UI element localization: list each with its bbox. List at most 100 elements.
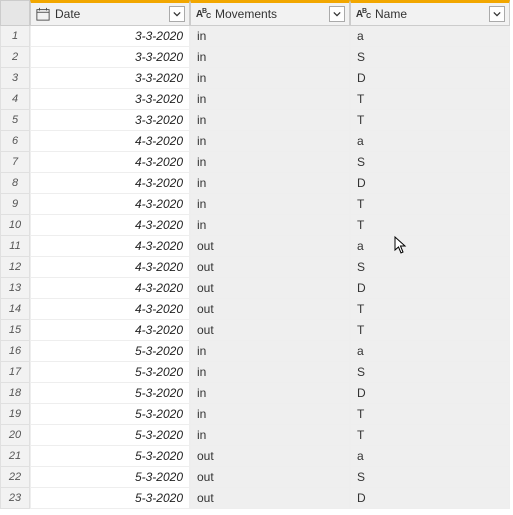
cell-movements[interactable]: out (190, 299, 350, 320)
row-number[interactable]: 7 (0, 152, 30, 173)
cell-movements[interactable]: in (190, 194, 350, 215)
cell-name[interactable]: T (350, 320, 510, 341)
cell-name[interactable]: S (350, 362, 510, 383)
cell-name[interactable]: T (350, 404, 510, 425)
cell-date[interactable]: 5-3-2020 (30, 446, 190, 467)
cell-date[interactable]: 4-3-2020 (30, 215, 190, 236)
cell-date[interactable]: 5-3-2020 (30, 467, 190, 488)
cell-name[interactable]: S (350, 47, 510, 68)
cell-name[interactable]: a (350, 131, 510, 152)
cell-movements[interactable]: in (190, 362, 350, 383)
row-number[interactable]: 2 (0, 47, 30, 68)
cell-date[interactable]: 4-3-2020 (30, 173, 190, 194)
row-number[interactable]: 15 (0, 320, 30, 341)
row-number[interactable]: 1 (0, 26, 30, 47)
row-number[interactable]: 22 (0, 467, 30, 488)
cell-date[interactable]: 4-3-2020 (30, 236, 190, 257)
select-all-corner[interactable] (0, 0, 30, 26)
data-grid: Date ABC Movements ABC Name 13-3-2020ina… (0, 0, 513, 509)
cell-name[interactable]: T (350, 425, 510, 446)
cell-date[interactable]: 5-3-2020 (30, 341, 190, 362)
row-number[interactable]: 14 (0, 299, 30, 320)
filter-dropdown-movements[interactable] (329, 6, 345, 22)
cell-date[interactable]: 4-3-2020 (30, 320, 190, 341)
cell-movements[interactable]: in (190, 425, 350, 446)
row-number[interactable]: 13 (0, 278, 30, 299)
row-number[interactable]: 4 (0, 89, 30, 110)
cell-name[interactable]: T (350, 110, 510, 131)
cell-name[interactable]: D (350, 278, 510, 299)
cell-date[interactable]: 4-3-2020 (30, 278, 190, 299)
cell-movements[interactable]: out (190, 236, 350, 257)
cell-date[interactable]: 5-3-2020 (30, 425, 190, 446)
cell-name[interactable]: D (350, 383, 510, 404)
row-number[interactable]: 19 (0, 404, 30, 425)
cell-movements[interactable]: in (190, 152, 350, 173)
cell-name[interactable]: D (350, 68, 510, 89)
row-number[interactable]: 10 (0, 215, 30, 236)
cell-name[interactable]: a (350, 446, 510, 467)
row-number[interactable]: 21 (0, 446, 30, 467)
row-number[interactable]: 18 (0, 383, 30, 404)
row-number[interactable]: 5 (0, 110, 30, 131)
cell-movements[interactable]: in (190, 383, 350, 404)
cell-name[interactable]: D (350, 173, 510, 194)
row-number[interactable]: 23 (0, 488, 30, 509)
cell-movements[interactable]: in (190, 26, 350, 47)
row-number[interactable]: 6 (0, 131, 30, 152)
cell-date[interactable]: 5-3-2020 (30, 383, 190, 404)
cell-date[interactable]: 3-3-2020 (30, 89, 190, 110)
filter-dropdown-name[interactable] (489, 6, 505, 22)
cell-movements[interactable]: out (190, 320, 350, 341)
filter-dropdown-date[interactable] (169, 6, 185, 22)
row-number[interactable]: 11 (0, 236, 30, 257)
cell-name[interactable]: T (350, 89, 510, 110)
cell-movements[interactable]: out (190, 257, 350, 278)
row-number[interactable]: 20 (0, 425, 30, 446)
cell-movements[interactable]: in (190, 215, 350, 236)
cell-date[interactable]: 4-3-2020 (30, 257, 190, 278)
cell-date[interactable]: 5-3-2020 (30, 404, 190, 425)
cell-date[interactable]: 4-3-2020 (30, 194, 190, 215)
cell-date[interactable]: 5-3-2020 (30, 362, 190, 383)
cell-date[interactable]: 4-3-2020 (30, 299, 190, 320)
cell-date[interactable]: 3-3-2020 (30, 26, 190, 47)
cell-movements[interactable]: in (190, 110, 350, 131)
cell-movements[interactable]: in (190, 68, 350, 89)
cell-date[interactable]: 3-3-2020 (30, 68, 190, 89)
cell-name[interactable]: a (350, 236, 510, 257)
cell-movements[interactable]: in (190, 47, 350, 68)
cell-date[interactable]: 3-3-2020 (30, 47, 190, 68)
cell-name[interactable]: T (350, 299, 510, 320)
cell-name[interactable]: S (350, 152, 510, 173)
cell-movements[interactable]: out (190, 446, 350, 467)
column-header-movements[interactable]: ABC Movements (190, 0, 350, 26)
row-number[interactable]: 16 (0, 341, 30, 362)
cell-movements[interactable]: in (190, 131, 350, 152)
cell-name[interactable]: a (350, 341, 510, 362)
cell-name[interactable]: T (350, 215, 510, 236)
cell-movements[interactable]: out (190, 467, 350, 488)
cell-date[interactable]: 3-3-2020 (30, 110, 190, 131)
cell-date[interactable]: 4-3-2020 (30, 131, 190, 152)
cell-name[interactable]: S (350, 257, 510, 278)
cell-movements[interactable]: in (190, 173, 350, 194)
row-number[interactable]: 12 (0, 257, 30, 278)
cell-name[interactable]: S (350, 467, 510, 488)
cell-movements[interactable]: in (190, 89, 350, 110)
cell-date[interactable]: 4-3-2020 (30, 152, 190, 173)
cell-movements[interactable]: in (190, 341, 350, 362)
cell-name[interactable]: D (350, 488, 510, 509)
cell-name[interactable]: T (350, 194, 510, 215)
row-number[interactable]: 3 (0, 68, 30, 89)
cell-date[interactable]: 5-3-2020 (30, 488, 190, 509)
cell-movements[interactable]: out (190, 488, 350, 509)
cell-movements[interactable]: in (190, 404, 350, 425)
row-number[interactable]: 8 (0, 173, 30, 194)
cell-name[interactable]: a (350, 26, 510, 47)
cell-movements[interactable]: out (190, 278, 350, 299)
row-number[interactable]: 9 (0, 194, 30, 215)
row-number[interactable]: 17 (0, 362, 30, 383)
column-header-date[interactable]: Date (30, 0, 190, 26)
column-header-name[interactable]: ABC Name (350, 0, 510, 26)
